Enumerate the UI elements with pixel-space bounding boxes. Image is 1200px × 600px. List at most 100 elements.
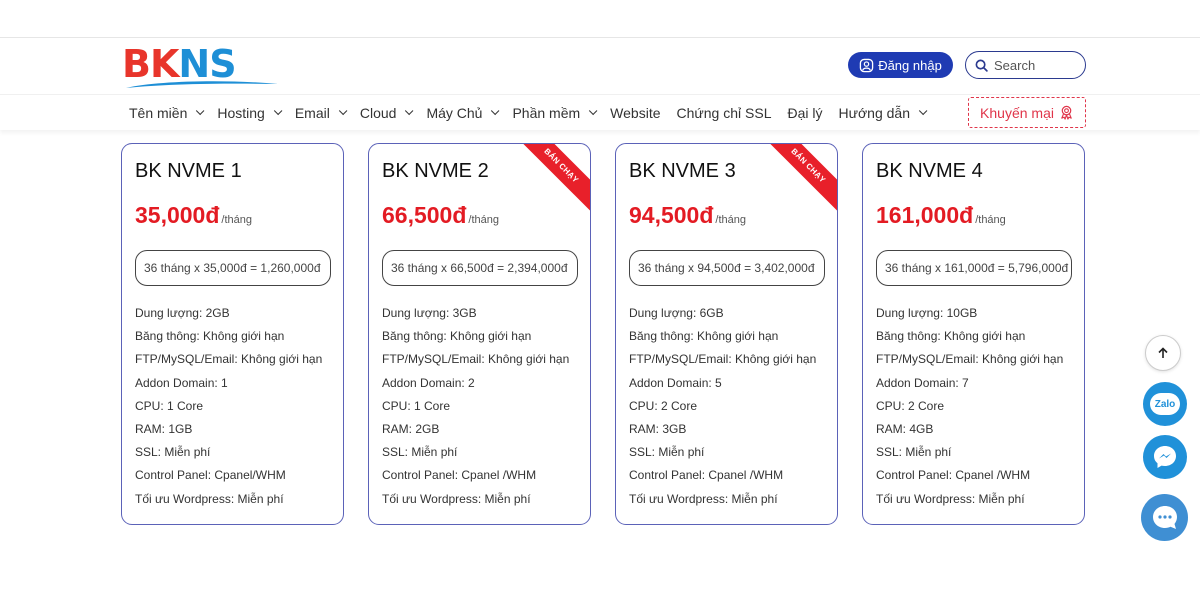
feature-list: Dung lượng: 2GB Băng thông: Không giới hạ… xyxy=(135,305,322,514)
pricing-card: BK NVME 4 161,000đ/tháng 36 tháng x 161,00… xyxy=(862,143,1085,525)
feature-list: Dung lượng: 6GB Băng thông: Không giới hạ… xyxy=(629,305,816,514)
feature-item: SSL: Miễn phí xyxy=(629,445,705,460)
nav-item-6[interactable]: Website xyxy=(610,105,660,121)
billing-term-value: 36 tháng x 94,500đ = 3,402,000đ xyxy=(638,261,815,275)
feature-item: Băng thông: Không giới hạn xyxy=(876,329,1026,344)
nav-item-7[interactable]: Chứng chỉ SSL xyxy=(677,105,772,121)
nav-item-label: Email xyxy=(294,105,330,121)
messenger-icon xyxy=(1154,446,1176,468)
nav-item-9[interactable]: Hướng dẫn xyxy=(838,105,928,121)
plan-price: 66,500đ/tháng xyxy=(382,202,499,229)
live-chat-button[interactable] xyxy=(1141,494,1188,541)
billing-term-select[interactable]: 36 tháng x 35,000đ = 1,260,000đ xyxy=(135,250,331,286)
nav-item-label: Chứng chỉ SSL xyxy=(676,105,772,121)
feature-item: Addon Domain: 7 xyxy=(876,375,969,390)
chevron-down-icon xyxy=(196,106,205,116)
feature-item: RAM: 4GB xyxy=(876,421,934,436)
price-unit: /tháng xyxy=(975,214,1006,226)
plan-price: 161,000đ/tháng xyxy=(876,202,1006,229)
nav-item-3[interactable]: Cloud xyxy=(359,105,414,121)
nav-item-label: Cloud xyxy=(359,105,397,121)
search-box[interactable] xyxy=(965,51,1086,79)
pricing-cards: BK NVME 1 35,000đ/tháng 36 tháng x 35,000đ… xyxy=(121,143,1085,525)
search-input[interactable] xyxy=(994,57,1074,73)
nav-item-2[interactable]: Email xyxy=(294,105,348,121)
pricing-card: BK NVME 1 35,000đ/tháng 36 tháng x 35,000đ… xyxy=(121,143,344,525)
search-icon xyxy=(975,59,988,72)
feature-item: FTP/MySQL/Email: Không giới hạn xyxy=(382,352,570,367)
messenger-button[interactable] xyxy=(1143,435,1187,479)
billing-term-value: 36 tháng x 35,000đ = 1,260,000đ xyxy=(144,261,321,275)
billing-term-select[interactable]: 36 tháng x 66,500đ = 2,394,000đ xyxy=(382,250,578,286)
feature-list: Dung lượng: 10GB Băng thông: Không giới h… xyxy=(876,305,1063,514)
feature-item: Addon Domain: 2 xyxy=(382,375,475,390)
feature-item: CPU: 2 Core xyxy=(629,398,698,413)
feature-item: Dung lượng: 10GB xyxy=(876,306,978,320)
pricing-card: BÁN CHẠY BK NVME 2 66,500đ/tháng 36 tháng x… xyxy=(368,143,591,525)
nav-item-label: Hosting xyxy=(217,105,265,121)
feature-item: CPU: 1 Core xyxy=(382,398,451,413)
bestseller-ribbon: BÁN CHẠY xyxy=(514,144,590,213)
chevron-down-icon xyxy=(589,106,598,116)
plan-price: 94,500đ/tháng xyxy=(629,202,746,229)
feature-item: Dung lượng: 3GB xyxy=(382,306,477,320)
feature-item: Addon Domain: 5 xyxy=(629,375,722,390)
feature-item: Băng thông: Không giới hạn xyxy=(382,329,532,344)
login-button[interactable]: Đăng nhập xyxy=(848,52,953,78)
feature-item: SSL: Miễn phí xyxy=(135,445,211,460)
billing-term-value: 36 tháng x 66,500đ = 2,394,000đ xyxy=(391,261,568,275)
zalo-label: Zalo xyxy=(1154,398,1176,410)
login-label: Đăng nhập xyxy=(878,57,942,73)
chevron-down-icon xyxy=(405,106,414,116)
feature-item: Control Panel: Cpanel/WHM xyxy=(135,468,286,483)
user-icon xyxy=(859,58,874,72)
plan-price: 35,000đ/tháng xyxy=(135,202,252,229)
price-amount: 35,000đ xyxy=(135,202,220,228)
feature-item: Tối ưu Wordpress: Miễn phí xyxy=(382,491,531,506)
feature-item: Tối ưu Wordpress: Miễn phí xyxy=(135,491,284,506)
feature-item: RAM: 2GB xyxy=(382,421,440,436)
nav-item-1[interactable]: Hosting xyxy=(217,105,283,121)
feature-item: Dung lượng: 6GB xyxy=(629,306,724,320)
feature-list: Dung lượng: 3GB Băng thông: Không giới hạ… xyxy=(382,305,569,514)
billing-term-select[interactable]: 36 tháng x 94,500đ = 3,402,000đ xyxy=(629,250,825,286)
billing-term-value: 36 tháng x 161,000đ = 5,796,000đ xyxy=(885,261,1069,275)
nav-item-label: Tên miền xyxy=(129,105,188,121)
plan-name: BK NVME 4 xyxy=(876,160,983,182)
chevron-down-icon xyxy=(273,106,283,116)
bkns-logo[interactable]: BKNS xyxy=(120,42,280,90)
price-unit: /tháng xyxy=(468,214,499,226)
nav-item-8[interactable]: Đại lý xyxy=(787,105,822,121)
pricing-card: BÁN CHẠY BK NVME 3 94,500đ/tháng 36 tháng x… xyxy=(615,143,838,525)
nav-item-label: Hướng dẫn xyxy=(838,105,910,121)
feature-item: Addon Domain: 1 xyxy=(135,375,228,390)
plan-name: BK NVME 1 xyxy=(135,160,242,182)
nav-item-5[interactable]: Phần mềm xyxy=(512,105,598,121)
promo-label: Khuyến mại xyxy=(980,104,1054,121)
badge-award-icon xyxy=(1061,105,1072,120)
nav-menu: Tên miền Hosting Email Cloud Máy Chủ Phần mềm… xyxy=(129,95,940,131)
feature-item: FTP/MySQL/Email: Không giới hạn xyxy=(135,352,323,367)
billing-term-select[interactable]: 36 tháng x 161,000đ = 5,796,000đ xyxy=(876,250,1072,286)
scroll-to-top-button[interactable] xyxy=(1145,335,1181,371)
feature-item: Control Panel: Cpanel /WHM xyxy=(629,468,784,483)
price-amount: 161,000đ xyxy=(876,202,974,228)
feature-item: SSL: Miễn phí xyxy=(382,445,458,460)
price-unit: /tháng xyxy=(221,214,252,226)
feature-item: Tối ưu Wordpress: Miễn phí xyxy=(876,491,1025,506)
feature-item: CPU: 2 Core xyxy=(876,398,945,413)
nav-item-4[interactable]: Máy Chủ xyxy=(426,105,500,121)
zalo-button[interactable]: Zalo xyxy=(1143,382,1187,426)
price-amount: 94,500đ xyxy=(629,202,714,228)
chevron-down-icon xyxy=(491,106,500,116)
nav-item-label: Đại lý xyxy=(787,105,823,121)
logo-swoosh-icon xyxy=(126,81,278,88)
promo-button[interactable]: Khuyến mại xyxy=(968,97,1086,128)
feature-item: Băng thông: Không giới hạn xyxy=(135,329,285,344)
feature-item: FTP/MySQL/Email: Không giới hạn xyxy=(876,352,1064,367)
site-header: BKNS Đăng nhập xyxy=(0,38,1200,94)
chevron-down-icon xyxy=(338,106,348,116)
nav-item-label: Website xyxy=(610,105,661,121)
nav-item-0[interactable]: Tên miền xyxy=(129,105,205,121)
feature-item: FTP/MySQL/Email: Không giới hạn xyxy=(629,352,817,367)
